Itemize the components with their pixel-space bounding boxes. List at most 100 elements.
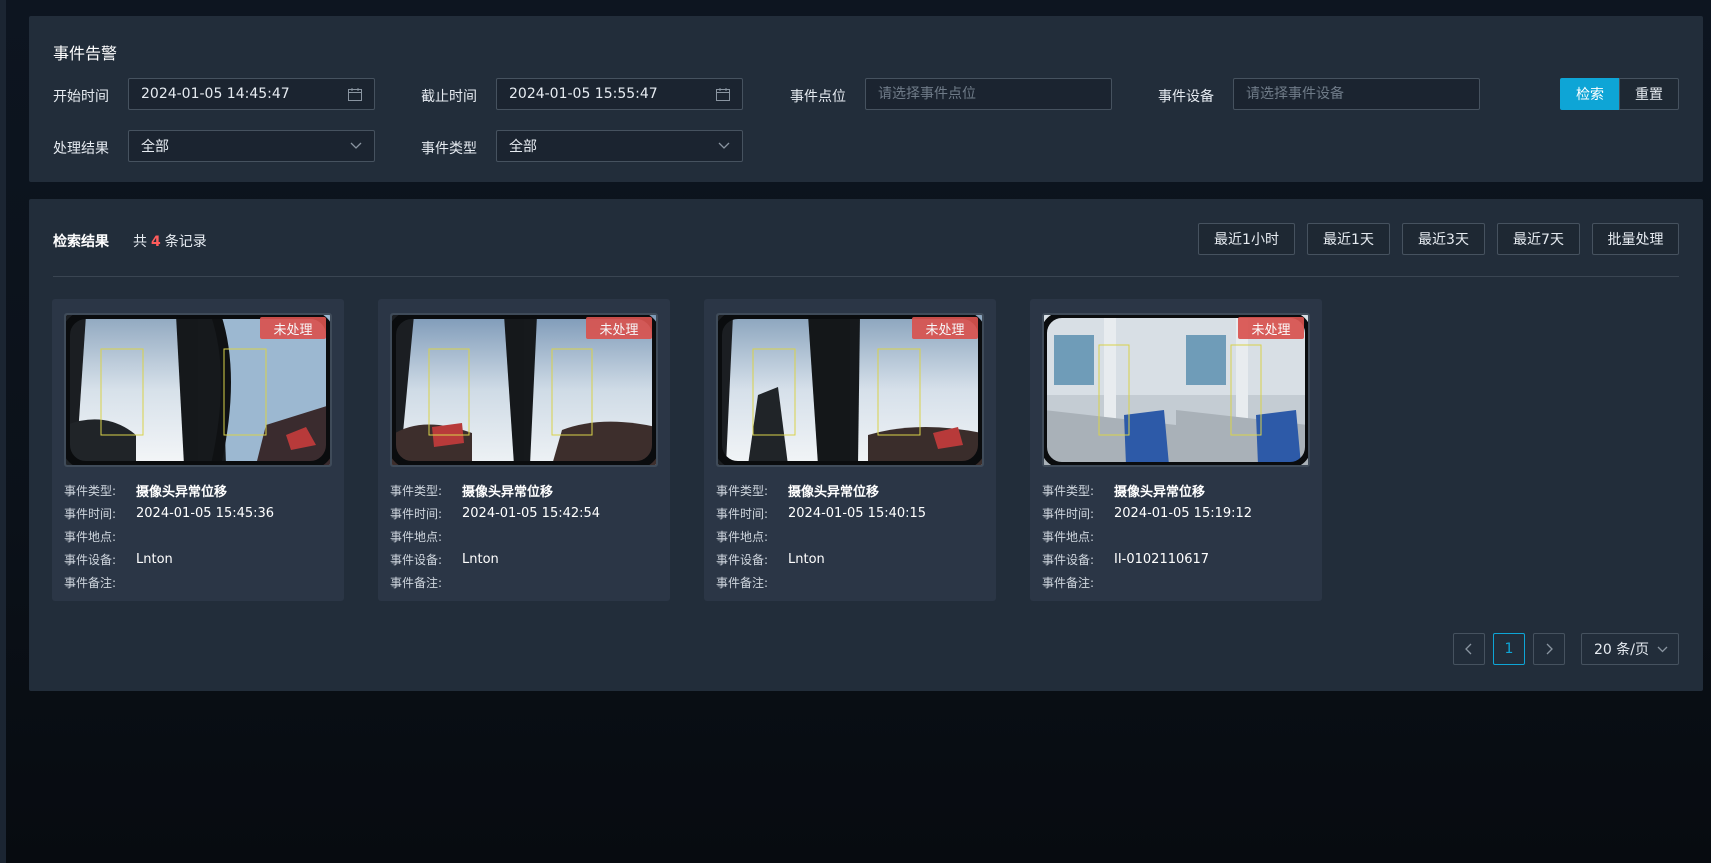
event-device-value: Lnton <box>788 552 825 567</box>
field-label: 事件类型: <box>64 484 117 498</box>
event-time-value: 2024-01-05 15:42:54 <box>462 506 601 521</box>
event-device-row: 事件设备: Lnton <box>390 548 662 571</box>
event-type-row: 事件类型: 摄像头异常位移 <box>390 479 662 502</box>
field-label: 事件地点: <box>390 530 443 544</box>
field-label: 事件设备: <box>390 553 443 567</box>
panel-title: 事件告警 <box>53 44 118 63</box>
event-time-value: 2024-01-05 15:40:15 <box>788 506 927 521</box>
field-label: 事件地点: <box>716 530 769 544</box>
result-label: 处理结果 <box>53 141 109 157</box>
event-device-input[interactable] <box>1246 86 1467 102</box>
event-type-value: 摄像头异常位移 <box>462 485 554 500</box>
event-time-row: 事件时间: 2024-01-05 15:19:12 <box>1042 502 1314 525</box>
page-number-button[interactable]: 1 <box>1493 633 1525 665</box>
field-label: 事件时间: <box>716 507 769 521</box>
field-label: 事件设备: <box>1042 553 1095 567</box>
event-place-row: 事件地点: <box>716 525 988 548</box>
event-card[interactable]: 未处理 事件类型: 摄像头异常位移 事件时间: 2024-01-05 15:19:1… <box>1030 299 1322 601</box>
start-time-picker[interactable]: 2024-01-05 14:45:47 <box>128 78 375 110</box>
event-point-select[interactable] <box>865 78 1112 110</box>
field-label: 事件备注: <box>716 576 769 590</box>
event-device-label: 事件设备 <box>1158 89 1214 105</box>
last-3-days-button[interactable]: 最近3天 <box>1402 223 1485 255</box>
event-card[interactable]: 未处理 事件类型: 摄像头异常位移 事件时间: 2024-01-05 15:42:5… <box>378 299 670 601</box>
event-type-value: 摄像头异常位移 <box>788 485 880 500</box>
event-type-label: 事件类型 <box>421 141 477 157</box>
chevron-right-icon <box>1546 643 1553 655</box>
field-label: 事件设备: <box>716 553 769 567</box>
event-point-label: 事件点位 <box>790 89 846 105</box>
event-place-row: 事件地点: <box>390 525 662 548</box>
chevron-down-icon <box>350 142 362 150</box>
event-device-value: Lnton <box>462 552 499 567</box>
field-label: 事件备注: <box>390 576 443 590</box>
last-1-day-button[interactable]: 最近1天 <box>1307 223 1390 255</box>
event-snapshot[interactable]: 未处理 <box>1042 313 1310 467</box>
event-type-row: 事件类型: 摄像头异常位移 <box>1042 479 1314 502</box>
divider <box>53 276 1679 277</box>
status-badge: 未处理 <box>586 317 652 339</box>
event-type-row: 事件类型: 摄像头异常位移 <box>64 479 336 502</box>
result-value: 全部 <box>141 139 169 155</box>
field-label: 事件类型: <box>1042 484 1095 498</box>
field-label: 事件类型: <box>716 484 769 498</box>
event-time-row: 事件时间: 2024-01-05 15:40:15 <box>716 502 988 525</box>
field-label: 事件时间: <box>64 507 117 521</box>
event-remark-row: 事件备注: <box>64 571 336 594</box>
results-panel: 检索结果 共 4 条记录 最近1小时 最近1天 最近3天 最近7天 批量处理 未… <box>29 199 1703 691</box>
field-label: 事件地点: <box>64 530 117 544</box>
event-type-value: 摄像头异常位移 <box>1114 485 1206 500</box>
field-label: 事件备注: <box>1042 576 1095 590</box>
field-label: 事件设备: <box>64 553 117 567</box>
filter-panel: 事件告警 开始时间 2024-01-05 14:45:47 截止时间 2024-… <box>29 16 1703 182</box>
prev-page-button[interactable] <box>1453 633 1485 665</box>
event-type-value: 全部 <box>509 139 537 155</box>
page-size-select[interactable]: 20 条/页 <box>1581 633 1679 665</box>
results-count: 共 4 条记录 <box>133 231 207 251</box>
chevron-down-icon <box>718 142 730 150</box>
status-badge: 未处理 <box>912 317 978 339</box>
event-card[interactable]: 未处理 事件类型: 摄像头异常位移 事件时间: 2024-01-05 15:45:3… <box>52 299 344 601</box>
event-point-input[interactable] <box>878 86 1099 102</box>
count-prefix: 共 <box>133 234 147 250</box>
event-remark-row: 事件备注: <box>716 571 988 594</box>
search-button[interactable]: 检索 <box>1560 78 1620 110</box>
event-details: 事件类型: 摄像头异常位移 事件时间: 2024-01-05 15:19:12 事件… <box>1042 479 1314 594</box>
event-place-row: 事件地点: <box>64 525 336 548</box>
field-label: 事件时间: <box>390 507 443 521</box>
event-details: 事件类型: 摄像头异常位移 事件时间: 2024-01-05 15:42:54 事件… <box>390 479 662 594</box>
start-time-label: 开始时间 <box>53 89 109 105</box>
event-snapshot[interactable]: 未处理 <box>390 313 658 467</box>
event-snapshot[interactable]: 未处理 <box>716 313 984 467</box>
event-snapshot[interactable]: 未处理 <box>64 313 332 467</box>
field-label: 事件时间: <box>1042 507 1095 521</box>
count-number: 4 <box>151 234 161 250</box>
field-label: 事件备注: <box>64 576 117 590</box>
event-time-value: 2024-01-05 15:19:12 <box>1114 506 1253 521</box>
status-badge: 未处理 <box>260 317 326 339</box>
calendar-icon <box>716 87 730 101</box>
reset-button[interactable]: 重置 <box>1619 78 1679 110</box>
result-select[interactable]: 全部 <box>128 130 375 162</box>
next-page-button[interactable] <box>1533 633 1565 665</box>
event-type-row: 事件类型: 摄像头异常位移 <box>716 479 988 502</box>
event-details: 事件类型: 摄像头异常位移 事件时间: 2024-01-05 15:40:15 事件… <box>716 479 988 594</box>
event-device-value: II-0102110617 <box>1114 552 1210 567</box>
event-time-row: 事件时间: 2024-01-05 15:45:36 <box>64 502 336 525</box>
event-card[interactable]: 未处理 事件类型: 摄像头异常位移 事件时间: 2024-01-05 15:40:1… <box>704 299 996 601</box>
event-device-row: 事件设备: Lnton <box>716 548 988 571</box>
event-place-row: 事件地点: <box>1042 525 1314 548</box>
event-device-select[interactable] <box>1233 78 1480 110</box>
last-1-hour-button[interactable]: 最近1小时 <box>1198 223 1295 255</box>
event-type-select[interactable]: 全部 <box>496 130 743 162</box>
page-size-value: 20 条/页 <box>1594 642 1649 658</box>
event-device-value: Lnton <box>136 552 173 567</box>
batch-process-button[interactable]: 批量处理 <box>1592 223 1679 255</box>
end-time-picker[interactable]: 2024-01-05 15:55:47 <box>496 78 743 110</box>
field-label: 事件类型: <box>390 484 443 498</box>
last-7-days-button[interactable]: 最近7天 <box>1497 223 1580 255</box>
event-remark-row: 事件备注: <box>1042 571 1314 594</box>
start-time-value: 2024-01-05 14:45:47 <box>141 86 290 102</box>
left-edge-strip <box>0 0 6 863</box>
chevron-left-icon <box>1465 643 1472 655</box>
